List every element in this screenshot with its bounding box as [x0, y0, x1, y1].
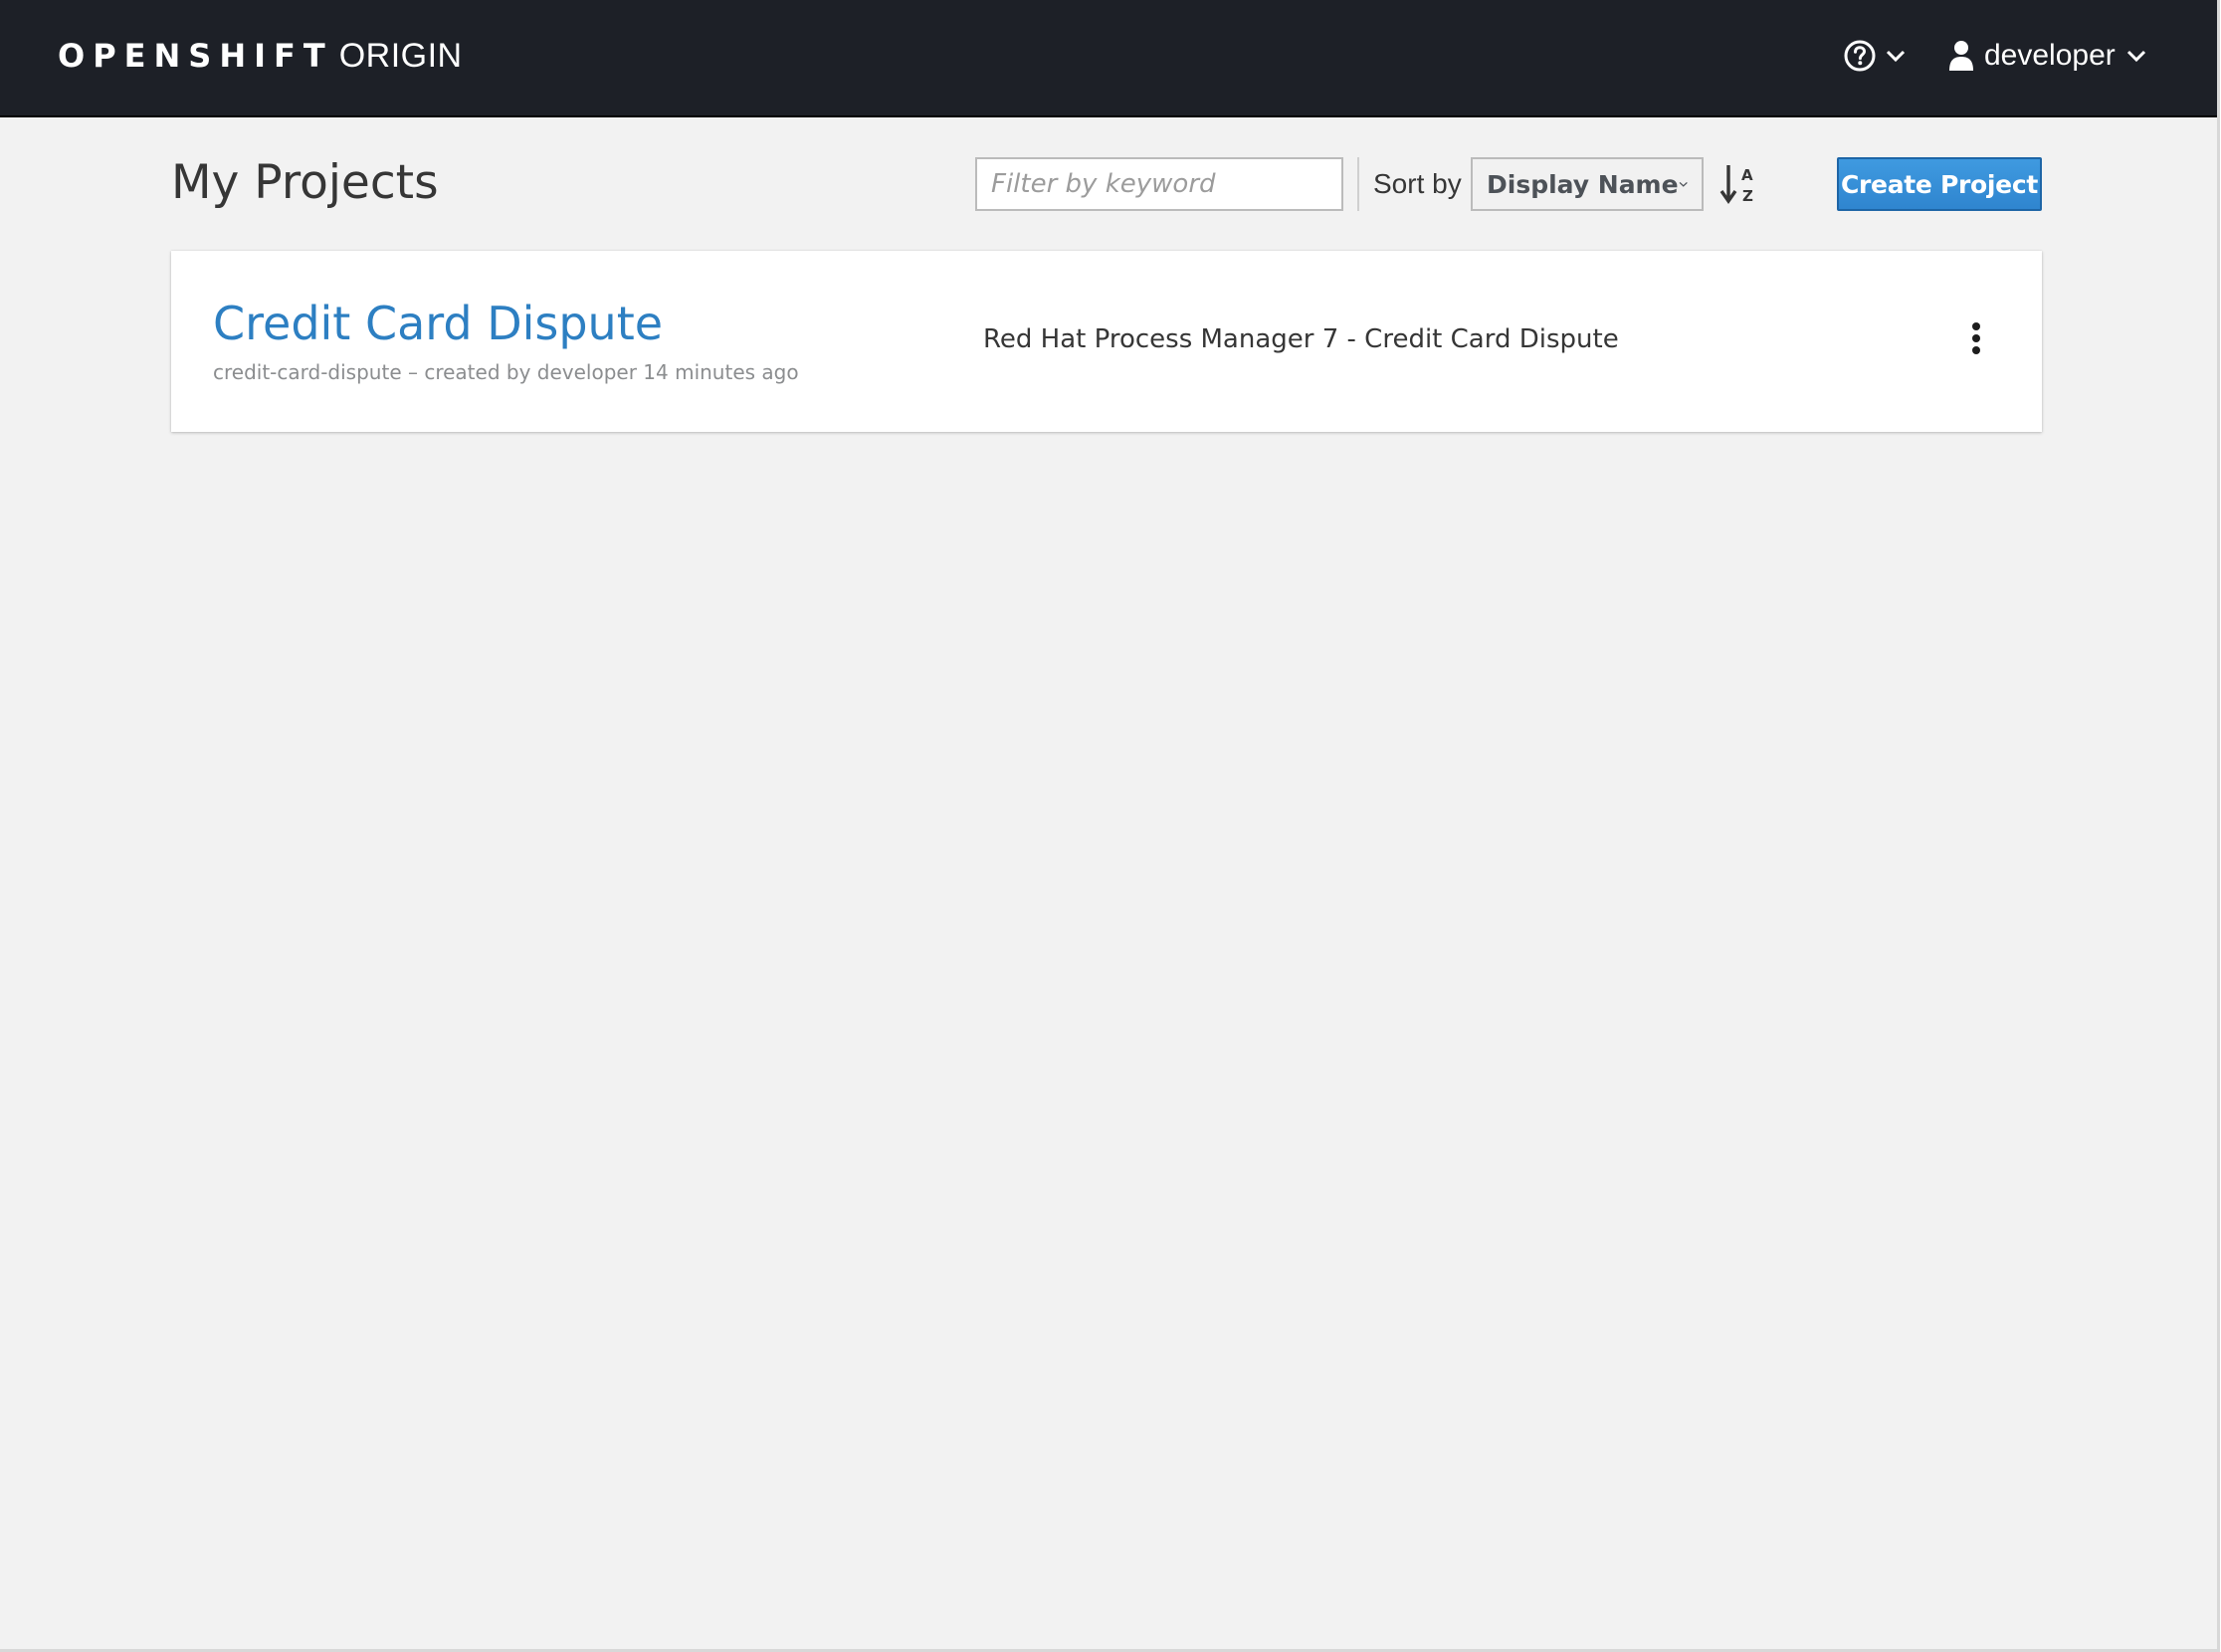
- project-description: Red Hat Process Manager 7 - Credit Card …: [983, 324, 1619, 354]
- sort-by-label: Sort by: [1373, 168, 1462, 199]
- project-meta: credit-card-dispute – created by develop…: [213, 360, 799, 384]
- user-name: developer: [1984, 39, 2116, 72]
- project-title-link[interactable]: Credit Card Dispute: [213, 295, 663, 352]
- user-menu-toggle[interactable]: developer: [1948, 34, 2147, 78]
- chevron-down-icon: [2126, 50, 2145, 63]
- project-card: Credit Card Dispute credit-card-dispute …: [171, 251, 2042, 432]
- question-circle-icon: [1844, 40, 1876, 72]
- filter-keyword-input[interactable]: [975, 157, 1343, 211]
- kebab-menu-icon: [1972, 322, 1980, 354]
- masthead: OPENSHIFT ORIGIN developer: [0, 0, 2217, 117]
- sort-field-select[interactable]: Display Name: [1471, 157, 1704, 211]
- toolbar-divider: [1357, 157, 1359, 211]
- svg-text:Z: Z: [1742, 187, 1753, 205]
- sort-order-toggle[interactable]: A Z: [1719, 161, 1759, 207]
- create-project-button[interactable]: Create Project: [1837, 157, 2042, 211]
- sort-field-value: Display Name: [1487, 169, 1679, 199]
- project-actions-menu[interactable]: [1964, 310, 1988, 366]
- help-menu-toggle[interactable]: [1843, 34, 1907, 78]
- brand-name-light: ORIGIN: [338, 36, 463, 75]
- sort-alpha-asc-icon: A Z: [1719, 165, 1753, 205]
- chevron-down-icon: [1679, 181, 1688, 187]
- app-viewport: OPENSHIFT ORIGIN developer My Projects F…: [0, 0, 2220, 1652]
- page-title: My Projects: [171, 155, 439, 210]
- chevron-down-icon: [1886, 50, 1906, 63]
- svg-text:A: A: [1741, 166, 1753, 184]
- brand-logo[interactable]: OPENSHIFT ORIGIN: [58, 30, 463, 82]
- brand-name-strong: OPENSHIFT: [58, 37, 333, 75]
- user-icon: [1949, 41, 1973, 71]
